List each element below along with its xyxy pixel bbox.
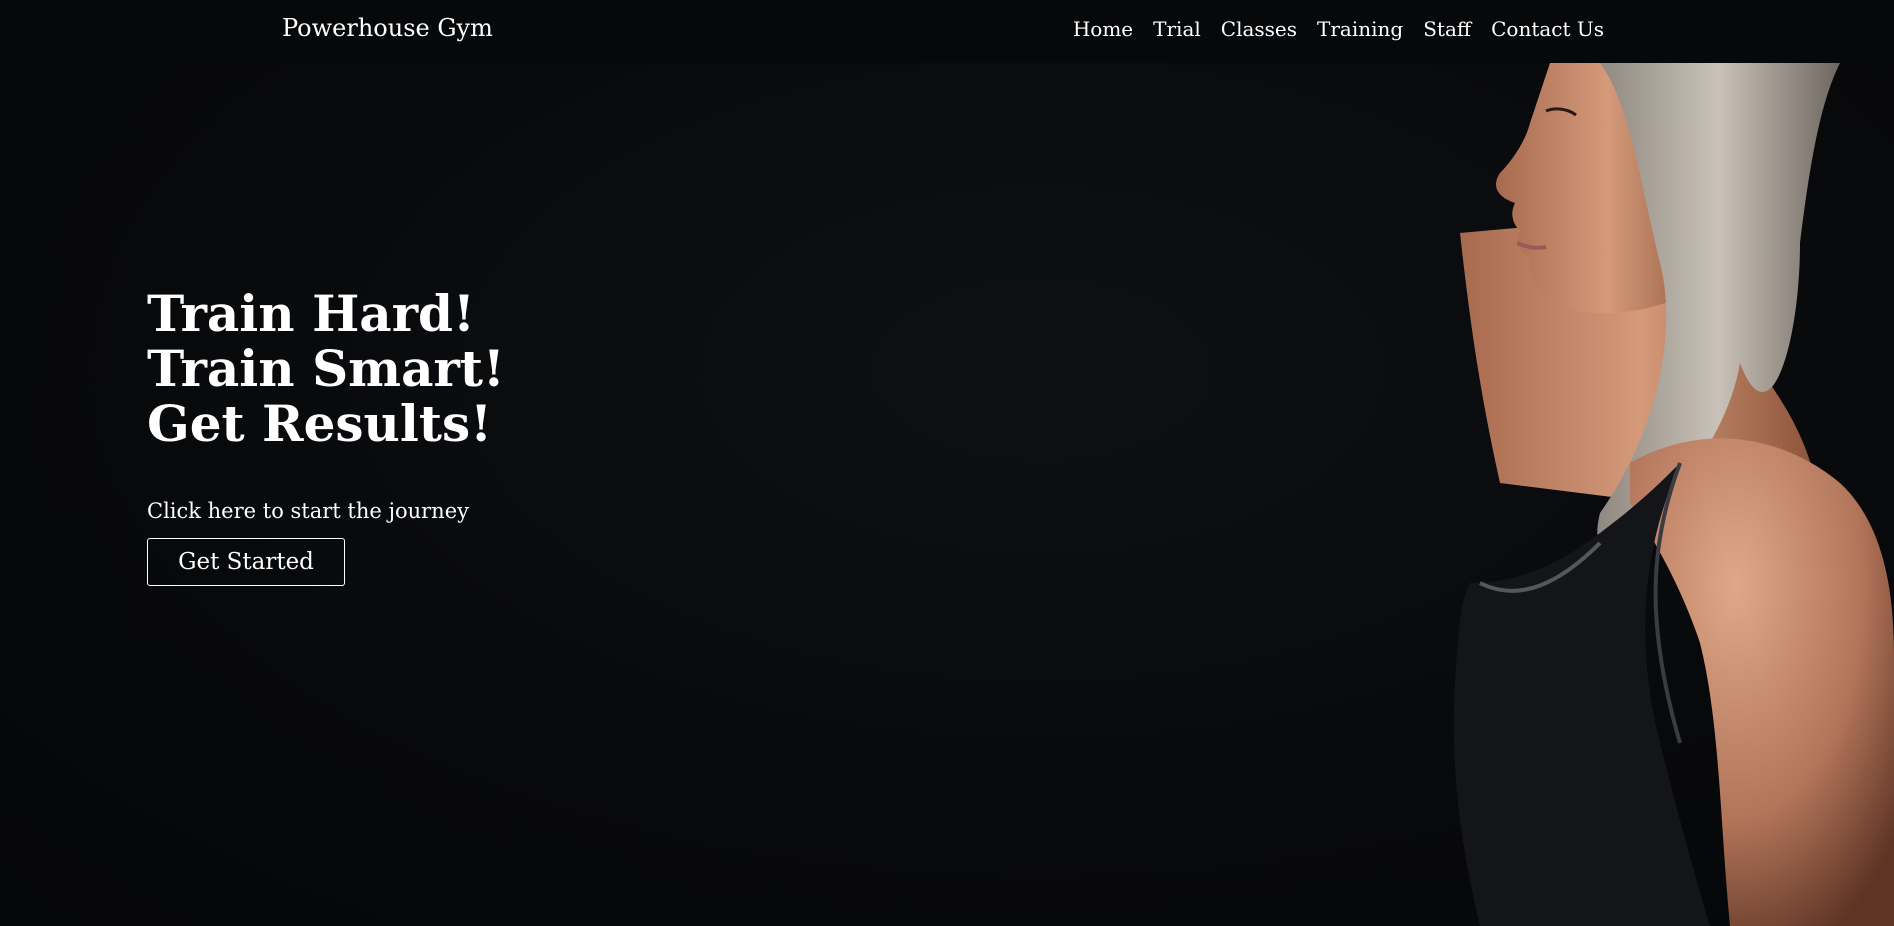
hero-headline: Train Hard! Train Smart! Get Results! [147, 286, 505, 451]
cta-caption: Click here to start the journey [147, 499, 470, 523]
headline-line-2: Train Smart! [147, 339, 505, 398]
brand-logo[interactable]: Powerhouse Gym [282, 13, 493, 43]
headline-line-1: Train Hard! [147, 284, 475, 343]
nav-links: Home Trial Classes Training Staff Contac… [1073, 15, 1604, 43]
navbar: Powerhouse Gym Home Trial Classes Traini… [0, 0, 1894, 63]
nav-link-contact-us[interactable]: Contact Us [1491, 15, 1604, 43]
headline-line-3: Get Results! [147, 394, 493, 453]
nav-link-training[interactable]: Training [1317, 15, 1403, 43]
hero-section: Train Hard! Train Smart! Get Results! Cl… [147, 286, 505, 586]
nav-link-home[interactable]: Home [1073, 15, 1133, 43]
nav-link-staff[interactable]: Staff [1423, 15, 1471, 43]
hero-athlete-image [1453, 63, 1894, 926]
nav-link-classes[interactable]: Classes [1221, 15, 1297, 43]
get-started-button[interactable]: Get Started [147, 538, 345, 586]
page: Powerhouse Gym Home Trial Classes Traini… [0, 0, 1894, 926]
nav-link-trial[interactable]: Trial [1153, 15, 1201, 43]
